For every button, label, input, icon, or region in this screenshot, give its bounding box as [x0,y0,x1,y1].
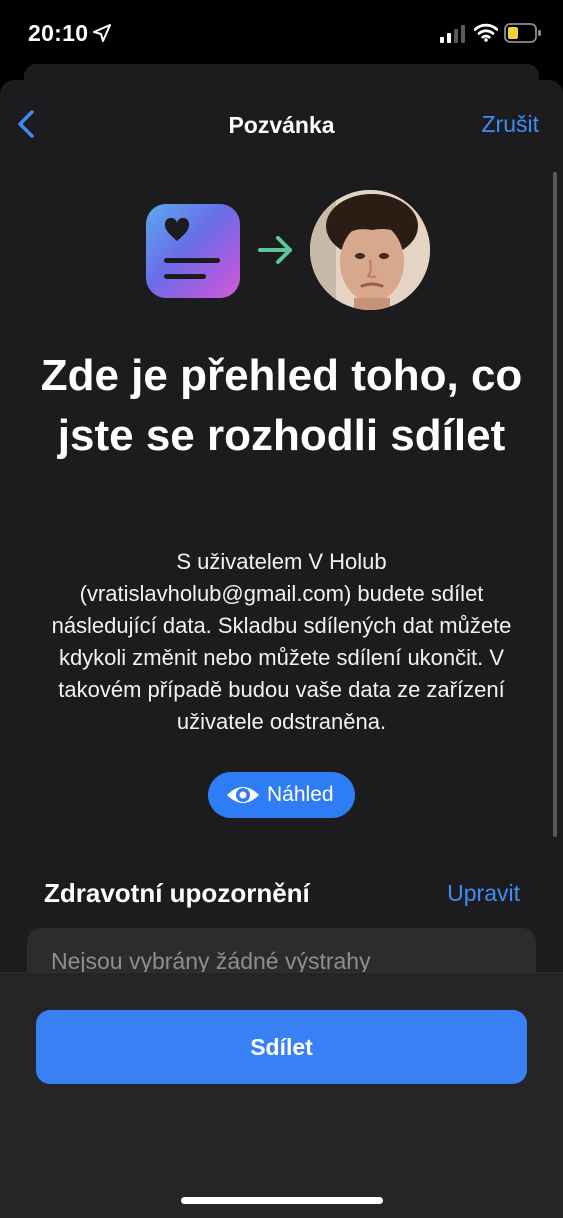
section-title-health-alerts: Zdravotní upozornění [44,878,310,908]
no-alerts-text: Nejsou vybrány žádné výstrahy [51,948,371,974]
invitation-sheet: Pozvánka Zrušit Zde je přehled toho, co … [0,80,563,1218]
status-time: 20:10 [28,20,89,46]
bottom-action-panel: Sdílet [0,972,563,1218]
edit-button[interactable]: Upravit [447,880,520,907]
scrollbar[interactable] [553,172,557,837]
arrow-right-icon [258,236,292,264]
battery-low-icon [504,23,541,43]
preview-label: Náhled [267,783,334,806]
heart-icon [164,218,190,241]
page-title: Pozvánka [228,112,335,138]
document-line-icon [164,274,206,279]
share-button[interactable]: Sdílet [36,1010,527,1084]
wifi-icon [474,23,498,42]
avatar [310,190,430,310]
cellular-signal-icon [440,25,465,43]
navigation-bar: Pozvánka Zrušit [0,80,563,168]
status-bar: 20:10 [0,0,563,70]
home-indicator[interactable] [181,1197,383,1204]
preview-button[interactable]: Náhled [208,772,355,818]
headline: Zde je přehled toho, co jste se rozhodli… [40,351,523,460]
eye-icon [227,787,259,803]
cancel-button[interactable]: Zrušit [482,111,540,138]
sharing-description: S uživatelem V Holub (vratislavholub@gma… [51,549,512,734]
document-line-icon [164,258,220,263]
screen: 20:10 Pozvánka Zrušit Zde je přehled toh… [0,0,563,1218]
contact-photo [310,190,430,310]
health-sharing-icon [146,204,240,298]
share-label: Sdílet [250,1034,313,1060]
location-arrow-icon [93,24,111,42]
